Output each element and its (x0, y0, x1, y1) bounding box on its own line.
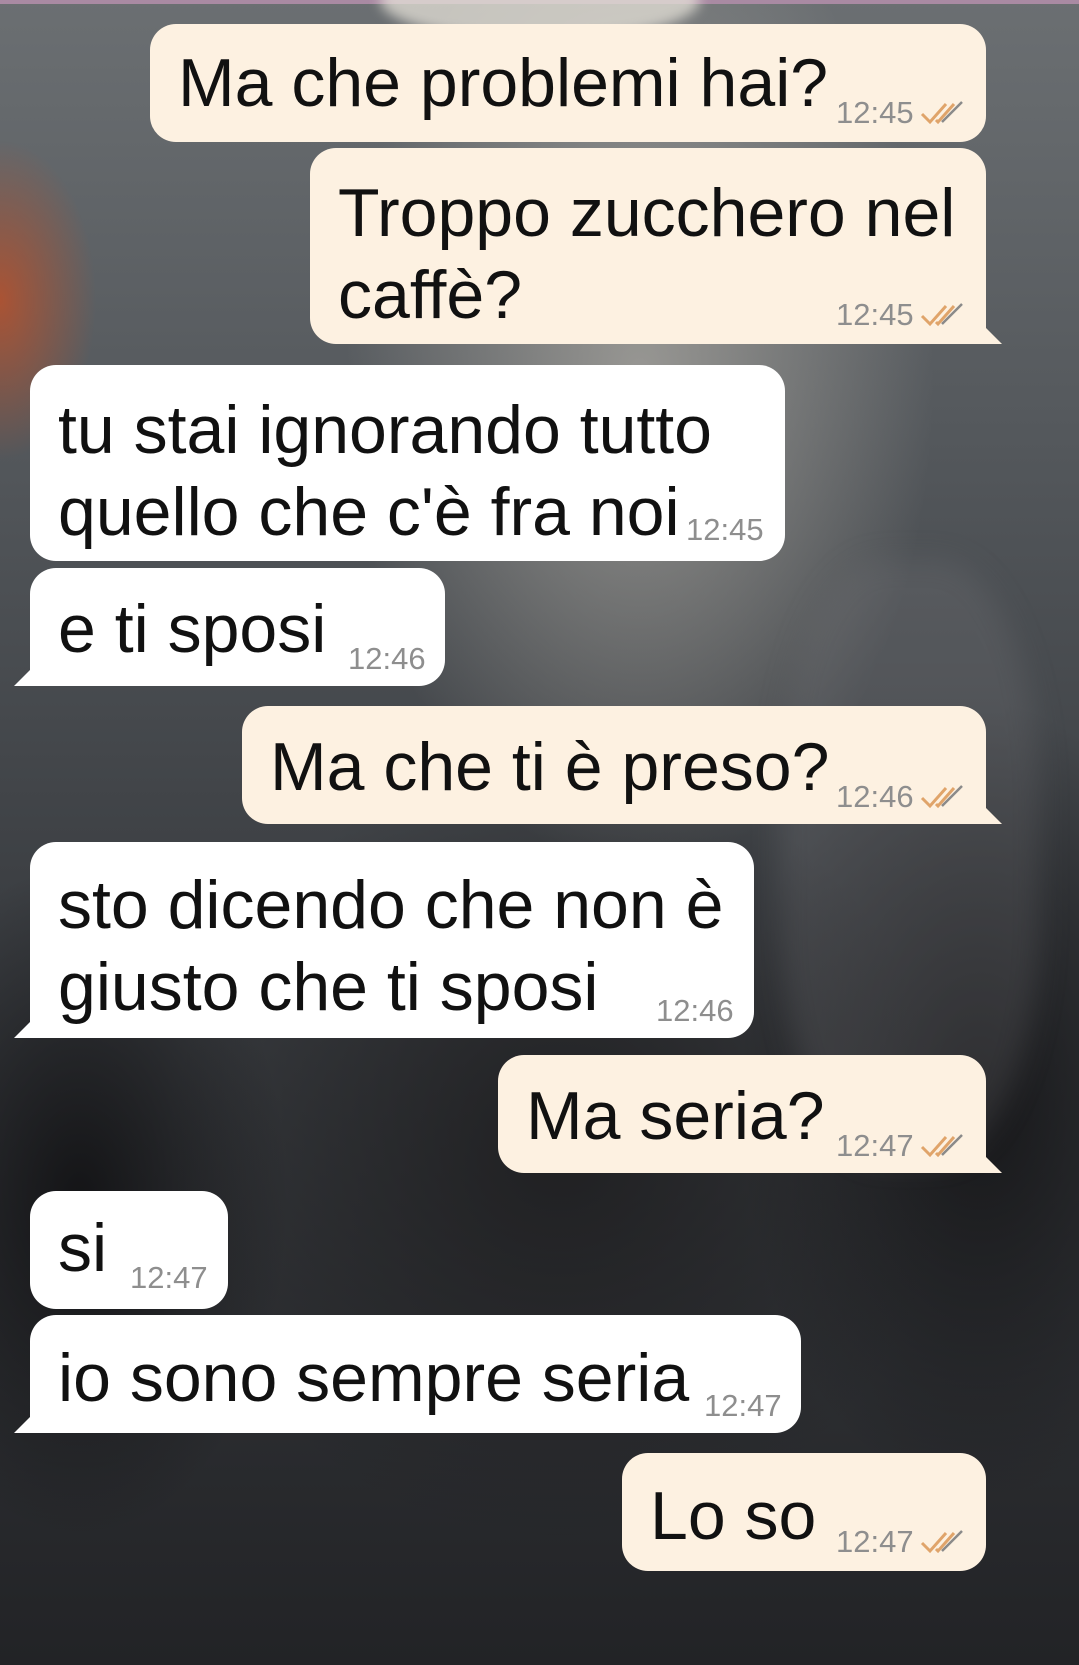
message-time: 12:46 (656, 993, 734, 1028)
message-list[interactable]: Ma che problemi hai? 12:45 Troppo zucche… (0, 0, 1079, 1665)
message-bubble-outgoing[interactable]: Ma che problemi hai? 12:45 (150, 24, 986, 142)
double-check-icon (920, 303, 963, 327)
message-meta: 12:47 (836, 1129, 964, 1163)
double-check-icon (920, 101, 963, 125)
message-meta: 12:46 (348, 642, 426, 676)
message-bubble-outgoing[interactable]: Lo so 12:47 (622, 1453, 986, 1571)
message-text: e ti sposi (58, 591, 327, 667)
message-meta: 12:46 (836, 780, 964, 814)
double-check-icon (920, 785, 963, 809)
message-time: 12:46 (348, 641, 426, 676)
message-meta: 12:45 (836, 96, 964, 130)
message-text: Ma che problemi hai? (178, 45, 829, 121)
message-meta: 12:45 (836, 298, 964, 332)
message-text: si (58, 1210, 108, 1286)
message-meta: 12:47 (836, 1525, 964, 1559)
message-bubble-incoming[interactable]: si 12:47 (30, 1191, 228, 1309)
message-bubble-outgoing[interactable]: Troppo zucchero nel caffè? 12:45 (310, 148, 1002, 344)
message-text: Ma seria? (526, 1078, 825, 1154)
message-meta: 12:45 (686, 513, 764, 547)
message-text: sto dicendo che non è giusto che ti spos… (58, 867, 724, 1025)
message-bubble-incoming[interactable]: tu stai ignorando tutto quello che c'è f… (30, 365, 785, 561)
message-meta: 12:47 (130, 1261, 208, 1295)
message-text: io sono sempre seria (58, 1340, 690, 1416)
message-time: 12:47 (130, 1260, 208, 1295)
message-bubble-outgoing[interactable]: Ma seria? 12:47 (498, 1055, 1002, 1173)
message-meta: 12:46 (656, 994, 734, 1028)
message-text: Lo so (650, 1478, 817, 1554)
message-time: 12:47 (704, 1388, 782, 1423)
double-check-icon (920, 1530, 963, 1554)
message-bubble-incoming[interactable]: io sono sempre seria 12:47 (14, 1315, 801, 1433)
message-bubble-incoming[interactable]: e ti sposi 12:46 (14, 568, 445, 686)
message-time: 12:47 (836, 1128, 914, 1163)
message-text: tu stai ignorando tutto quello che c'è f… (58, 392, 713, 550)
message-time: 12:46 (836, 779, 914, 814)
message-time: 12:45 (836, 95, 914, 130)
message-time: 12:45 (686, 512, 764, 547)
message-bubble-incoming[interactable]: sto dicendo che non è giusto che ti spos… (14, 842, 754, 1038)
double-check-icon (920, 1134, 963, 1158)
message-time: 12:45 (836, 297, 914, 332)
message-bubble-outgoing[interactable]: Ma che ti è preso? 12:46 (242, 706, 1002, 824)
message-time: 12:47 (836, 1524, 914, 1559)
message-text: Ma che ti è preso? (270, 729, 830, 805)
message-meta: 12:47 (704, 1389, 782, 1423)
